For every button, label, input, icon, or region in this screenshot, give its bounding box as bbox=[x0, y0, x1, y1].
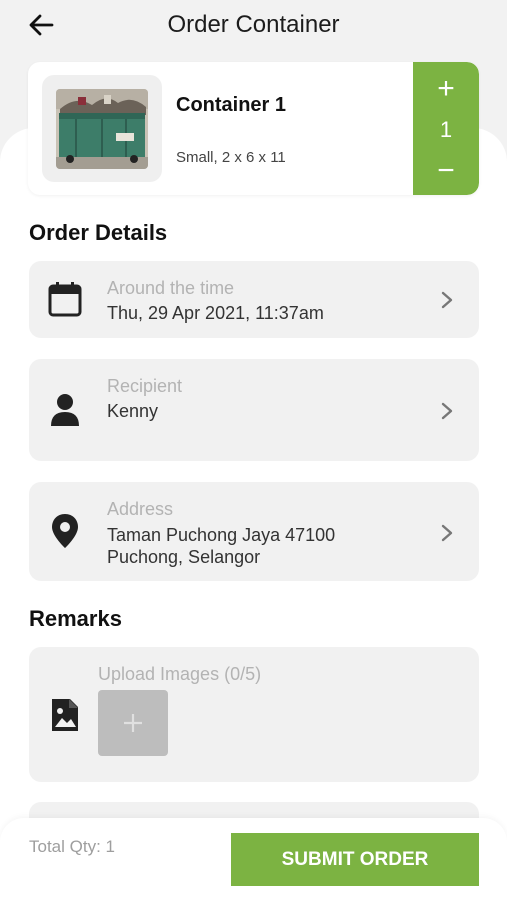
upload-images-label: Upload Images (0/5) bbox=[98, 664, 262, 684]
address-line-1: Taman Puchong Jaya 47100 bbox=[107, 525, 336, 545]
recipient-row[interactable]: Recipient Kenny bbox=[29, 359, 479, 461]
calendar-icon bbox=[47, 281, 83, 317]
container-name: Container 1 bbox=[176, 94, 287, 116]
address-row[interactable]: Address Taman Puchong Jaya 47100 Puchong… bbox=[29, 482, 479, 581]
chevron-right-icon bbox=[437, 523, 457, 543]
person-icon bbox=[47, 392, 83, 428]
container-card: Container 1 Small, 2 x 6 x 11 + 1 − bbox=[28, 62, 479, 195]
chevron-right-icon bbox=[437, 290, 457, 310]
delivery-time-row[interactable]: Around the time Thu, 29 Apr 2021, 11:37a… bbox=[29, 261, 479, 338]
increment-button[interactable]: + bbox=[413, 72, 479, 106]
container-thumbnail bbox=[42, 75, 162, 182]
order-details-title: Order Details bbox=[29, 220, 168, 245]
address-line-2: Puchong, Selangor bbox=[107, 547, 261, 567]
remarks-title: Remarks bbox=[29, 606, 122, 631]
add-image-button[interactable] bbox=[98, 690, 168, 756]
quantity-stepper: + 1 − bbox=[413, 62, 479, 195]
page-title: Order Container bbox=[167, 11, 340, 38]
submit-order-button[interactable]: SUBMIT ORDER bbox=[231, 833, 479, 886]
chevron-right-icon bbox=[437, 401, 457, 421]
quantity-value: 1 bbox=[439, 117, 453, 142]
upload-images-row: Upload Images (0/5) bbox=[29, 647, 479, 782]
decrement-button[interactable]: − bbox=[413, 154, 479, 188]
bottom-bar: Total Qty: 1 SUBMIT ORDER bbox=[0, 818, 507, 900]
image-file-icon bbox=[47, 697, 83, 733]
time-value: Thu, 29 Apr 2021, 11:37am bbox=[107, 303, 324, 323]
app-header: Order Container bbox=[0, 0, 507, 52]
location-pin-icon bbox=[47, 513, 83, 549]
recipient-value: Kenny bbox=[107, 401, 159, 421]
address-label: Address bbox=[107, 499, 174, 519]
total-quantity: Total Qty: 1 bbox=[29, 837, 115, 856]
time-label: Around the time bbox=[107, 278, 235, 298]
recipient-label: Recipient bbox=[107, 376, 183, 396]
dumpster-photo bbox=[56, 88, 148, 169]
container-spec: Small, 2 x 6 x 11 bbox=[176, 149, 286, 166]
plus-icon bbox=[124, 714, 142, 732]
